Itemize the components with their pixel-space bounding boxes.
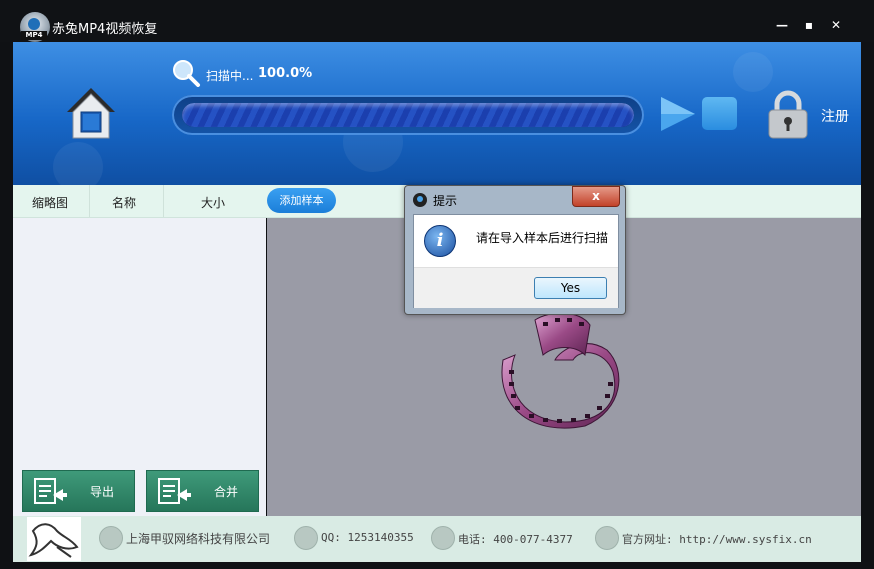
app-logo-tag: MP4 (21, 31, 47, 40)
scan-status-label: 扫描中... (206, 69, 254, 83)
app-logo-icon: MP4 (20, 12, 50, 42)
merge-icon (158, 478, 191, 504)
minimize-button[interactable]: — (772, 16, 792, 34)
play-icon[interactable] (661, 97, 695, 131)
footer-bar: 上海甲驭网络科技有限公司 QQ: 1253140355 电话: 400-077-… (13, 516, 861, 562)
footer-company: 上海甲驭网络科技有限公司 (126, 532, 271, 546)
qq-icon (294, 526, 318, 550)
dialog-app-icon (413, 193, 427, 207)
app-window: MP4 赤兔MP4视频恢复 — ▪ ✕ 扫描中... 100.0% 注册 缩略图… (0, 0, 874, 569)
info-icon: i (424, 225, 456, 257)
dialog-button-area: Yes (414, 267, 618, 308)
company-icon (99, 526, 123, 550)
scan-progress-bar (172, 95, 644, 135)
film-reel-icon (501, 312, 620, 429)
dialog-close-button[interactable]: x (572, 186, 620, 207)
progress-fill (182, 103, 634, 127)
maximize-button[interactable]: ▪ (799, 16, 819, 34)
home-icon[interactable] (65, 86, 117, 140)
dialog-title: 提示 (433, 194, 458, 208)
footer-website[interactable]: 官方网址: http://www.sysfix.cn (622, 531, 812, 547)
footer-phone: 电话: 400-077-4377 (458, 533, 573, 546)
lock-icon[interactable] (767, 90, 809, 140)
export-icon (34, 478, 67, 504)
app-title: 赤兔MP4视频恢复 (52, 22, 158, 37)
dialog-yes-button[interactable]: Yes (534, 277, 607, 299)
search-icon (173, 60, 200, 87)
title-bar: MP4 赤兔MP4视频恢复 — ▪ ✕ (0, 0, 874, 42)
column-size[interactable]: 大小 (201, 194, 225, 211)
column-divider (89, 185, 90, 217)
decor-bubble (733, 52, 773, 92)
company-logo (27, 517, 81, 561)
export-label: 导出 (90, 485, 115, 499)
register-link[interactable]: 注册 (821, 106, 849, 126)
dialog-message: 请在导入样本后进行扫描 (476, 231, 609, 245)
scan-percent: 100.0% (258, 66, 313, 81)
progress-track (182, 103, 634, 127)
dialog-body: i 请在导入样本后进行扫描 Yes (413, 214, 619, 308)
header-banner: 扫描中... 100.0% 注册 (13, 42, 861, 185)
merge-label: 合并 (214, 485, 239, 499)
phone-icon (431, 526, 455, 550)
globe-icon (595, 526, 619, 550)
add-sample-button[interactable]: 添加样本 (267, 188, 336, 213)
decor-bubble (53, 142, 103, 185)
stop-icon[interactable] (702, 97, 737, 130)
column-divider (163, 185, 164, 217)
column-name[interactable]: 名称 (112, 194, 136, 211)
export-button[interactable]: 导出 (22, 470, 135, 512)
close-button[interactable]: ✕ (826, 16, 846, 34)
prompt-dialog: 提示 x i 请在导入样本后进行扫描 Yes (404, 185, 626, 315)
merge-button[interactable]: 合并 (146, 470, 259, 512)
column-thumbnail[interactable]: 缩略图 (32, 194, 68, 211)
file-list-panel[interactable]: 导出 合并 (13, 218, 266, 516)
footer-qq: QQ: 1253140355 (321, 531, 414, 544)
